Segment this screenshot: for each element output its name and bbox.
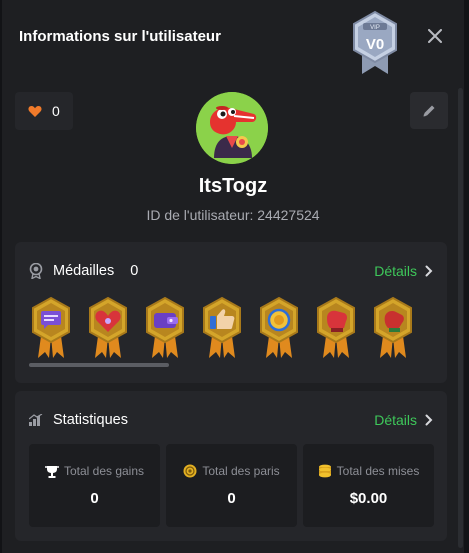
thumbs-up-medal-icon[interactable] <box>200 296 244 360</box>
vip-badge-top-text: VIP <box>370 25 380 31</box>
medals-card: Médailles 0 Détails <box>15 242 447 383</box>
vip-badge-icon: VIP V0 <box>353 10 397 74</box>
bar-chart-icon <box>29 414 43 426</box>
stat-total-bets-value: 0 <box>227 490 236 507</box>
fist-medal-icon[interactable] <box>314 296 358 360</box>
coins-icon <box>318 464 331 478</box>
stat-total-wins-label: Total des gains <box>63 464 145 478</box>
medals-details-link[interactable]: Détails <box>374 263 433 279</box>
close-icon <box>428 29 442 43</box>
heart-icon <box>28 105 42 117</box>
user-info-modal: Informations sur l'utilisateur VIP V0 0 <box>2 0 464 553</box>
like-button[interactable]: 0 <box>15 92 73 130</box>
fist-medal-icon[interactable] <box>371 296 415 360</box>
pencil-icon <box>423 105 435 116</box>
user-id: ID de l'utilisateur: 24427524 <box>146 207 320 223</box>
statistics-details-label: Détails <box>374 412 417 428</box>
medal-icon <box>29 263 43 279</box>
medal-list[interactable] <box>29 296 415 360</box>
likes-count: 0 <box>52 103 60 119</box>
statistics-card: Statistiques Détails Total des gains 0 T… <box>15 391 447 541</box>
medals-details-label: Détails <box>374 263 417 279</box>
stat-total-bets-label: Total des paris <box>202 464 280 478</box>
edit-profile-button[interactable] <box>410 92 448 129</box>
stat-total-bets: Total des paris 0 <box>166 444 297 527</box>
modal-scrollbar[interactable] <box>458 88 463 548</box>
chevron-right-icon <box>425 414 433 426</box>
stat-total-stakes-value: $0.00 <box>349 490 388 507</box>
stat-total-wins: Total des gains 0 <box>29 444 160 527</box>
trophy-icon <box>44 465 59 478</box>
statistics-header: Statistiques <box>29 412 128 428</box>
medals-header: Médailles 0 <box>29 263 138 279</box>
statistics-details-link[interactable]: Détails <box>374 412 433 428</box>
wallet-medal-icon[interactable] <box>143 296 187 360</box>
coin-medal-icon[interactable] <box>257 296 301 360</box>
modal-title: Informations sur l'utilisateur <box>19 28 221 45</box>
heart-medal-icon[interactable] <box>86 296 130 360</box>
medals-count: 0 <box>130 263 139 279</box>
chip-icon <box>183 464 197 478</box>
vip-level-text: V0 <box>366 36 384 53</box>
medal-scrollbar[interactable] <box>29 363 169 367</box>
stat-total-stakes-label: Total des mises <box>336 464 420 478</box>
avatar <box>196 92 268 164</box>
username: ItsTogz <box>198 175 268 197</box>
stat-total-stakes: Total des mises $0.00 <box>303 444 434 527</box>
crocodile-avatar-icon <box>196 92 268 164</box>
chevron-right-icon <box>425 265 433 277</box>
medals-title: Médailles <box>53 263 115 279</box>
close-button[interactable] <box>425 26 445 46</box>
statistics-title: Statistiques <box>53 412 128 428</box>
stat-total-wins-value: 0 <box>90 490 99 507</box>
chat-medal-icon[interactable] <box>29 296 73 360</box>
